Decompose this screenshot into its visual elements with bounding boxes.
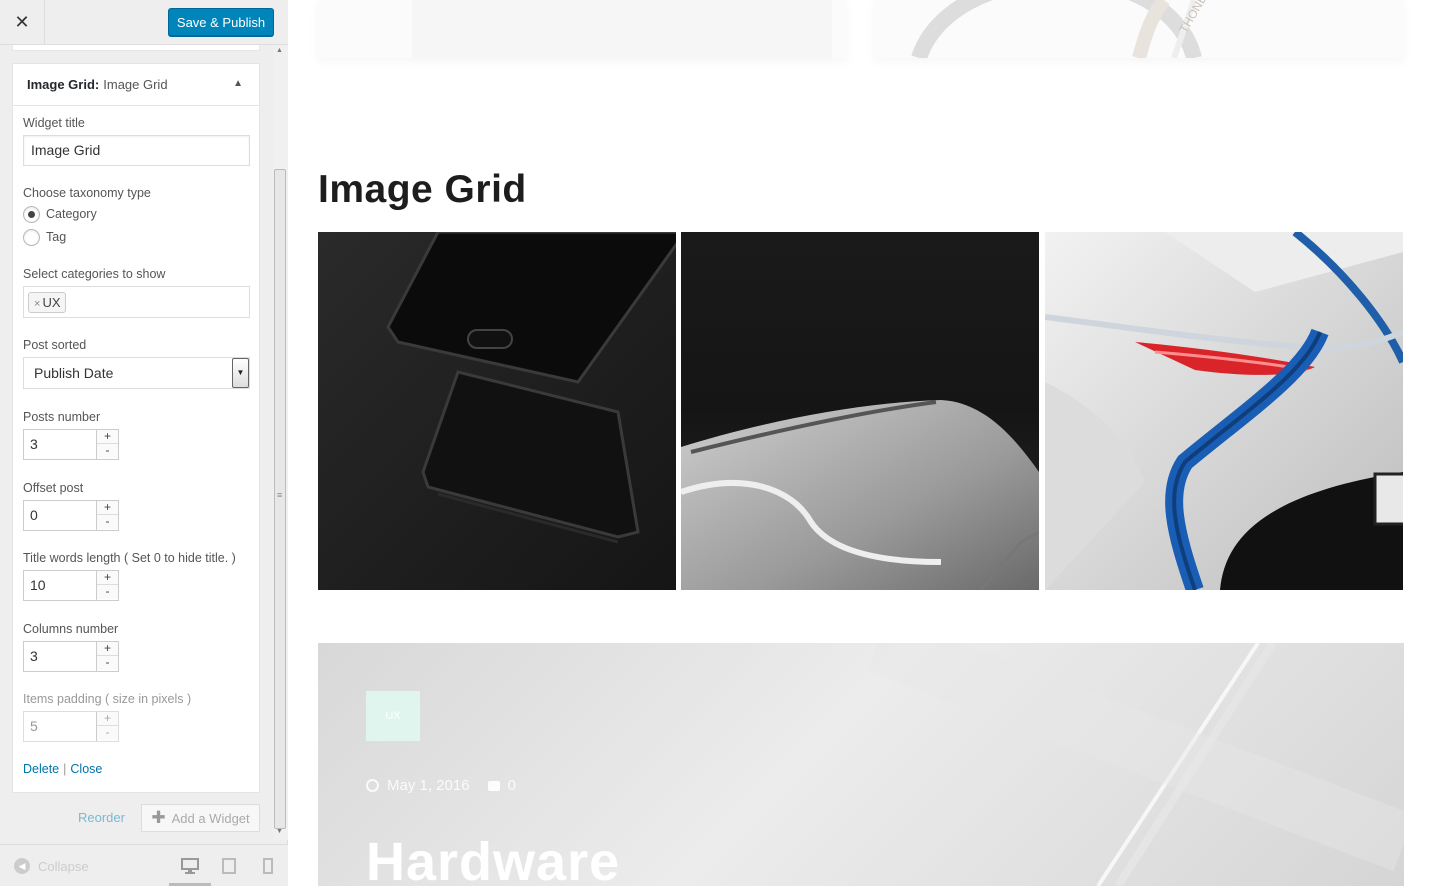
taxonomy-option-category: Category [46,207,97,221]
separator: | [63,762,67,776]
add-widget-button[interactable]: ✚ Add a Widget [141,804,260,832]
title-words-value: 10 [30,577,46,593]
site-preview: THONE Image Grid UX May 1, 2016 0 Hardwa… [289,0,1433,886]
minus-icon[interactable]: - [97,726,118,740]
image-grid-widget: Image Grid: Image Grid ▲ Widget title Im… [12,63,260,793]
widget-type-label: Image Grid: [27,77,100,92]
chevron-down-icon[interactable]: ▼ [232,358,249,388]
reorder-link[interactable]: Reorder [78,810,125,825]
grip-icon: ≡ [277,490,283,500]
plus-icon[interactable]: + [97,501,118,515]
scroll-down-icon[interactable]: ▼ [276,828,283,835]
grid-image-car-hood[interactable] [681,232,1039,590]
widget-title-label: Widget title [23,116,85,130]
widget-title-input[interactable]: Image Grid [23,135,250,166]
post-sorted-select[interactable]: Publish Date ▼ [23,357,250,389]
x-icon[interactable]: × [34,298,40,310]
widget-actions: Delete | Close [23,762,102,776]
categories-label: Select categories to show [23,267,166,281]
columns-label: Columns number [23,622,119,636]
customizer-header: ✕ Save & Publish [0,0,288,45]
widget-name: Image Grid [103,77,168,92]
offset-value: 0 [30,507,38,523]
clock-icon [366,779,379,792]
plus-icon: ✚ [151,808,166,827]
grid-image-car-rear[interactable] [1045,232,1403,590]
previous-card-image[interactable]: THONE [874,0,1404,58]
title-words-label: Title words length ( Set 0 to hide title… [23,551,236,565]
section-title: Image Grid [318,168,527,211]
collapse-label: Collapse [38,858,89,874]
offset-label: Offset post [23,481,84,495]
previous-section-cards: THONE [317,0,1404,58]
post-title[interactable]: Hardware [366,831,620,886]
customizer-footer: ◀ Collapse [0,844,288,886]
minus-icon[interactable]: - [97,656,118,670]
columns-value: 3 [30,648,38,664]
previous-widget [12,45,260,51]
post-category-badge[interactable]: UX [366,691,420,741]
scroll-up-icon[interactable]: ▲ [276,47,283,54]
posts-number-value: 3 [30,436,38,452]
plus-icon[interactable]: + [97,571,118,585]
triangle-up-icon[interactable]: ▲ [233,78,243,89]
collapse-button[interactable]: ◀ Collapse [14,858,89,874]
mobile-icon[interactable] [259,857,277,875]
minus-icon[interactable]: - [97,444,118,458]
widget-header[interactable]: Image Grid: Image Grid ▲ [13,64,259,106]
save-publish-button[interactable]: Save & Publish [168,8,274,36]
plus-icon[interactable]: + [97,642,118,656]
desktop-icon[interactable] [181,857,199,875]
previous-card-image[interactable] [317,0,847,58]
arrow-left-circle-icon: ◀ [14,858,30,874]
tablet-icon[interactable] [220,857,238,875]
category-tag: × UX [28,292,66,313]
offset-stepper[interactable]: 0 + - [23,500,119,531]
categories-input[interactable]: × UX [23,286,250,318]
post-comment-count[interactable]: 0 [508,777,516,794]
post-sorted-label: Post sorted [23,338,87,352]
category-tag-label: UX [42,295,61,310]
post-sorted-value: Publish Date [34,365,114,381]
close-icon[interactable]: ✕ [0,0,45,45]
customizer-sidebar: ✕ Save & Publish Image Grid: Image Grid … [0,0,288,886]
title-words-stepper[interactable]: 10 + - [23,570,119,601]
comment-icon [487,780,500,791]
delete-link[interactable]: Delete [23,762,59,776]
scrollbar-thumb[interactable]: ≡ [274,169,286,829]
post-card[interactable]: UX May 1, 2016 0 Hardware [318,643,1404,886]
plus-icon[interactable]: + [97,712,118,726]
minus-icon[interactable]: - [97,515,118,529]
padding-stepper[interactable]: 5 + - [23,711,119,742]
add-widget-label: Add a Widget [171,810,250,826]
grid-image-phones[interactable] [318,232,676,590]
posts-number-label: Posts number [23,410,101,424]
plus-icon[interactable]: + [97,430,118,444]
padding-label: Items padding ( size in pixels ) [23,692,192,706]
minus-icon[interactable]: - [97,585,118,599]
taxonomy-label: Choose taxonomy type [23,186,151,200]
close-link[interactable]: Close [70,762,102,776]
post-date: May 1, 2016 [387,777,470,794]
posts-number-stepper[interactable]: 3 + - [23,429,119,460]
padding-value: 5 [30,718,38,734]
columns-stepper[interactable]: 3 + - [23,641,119,672]
widgets-panel: Image Grid: Image Grid ▲ Widget title Im… [0,45,276,840]
taxonomy-option-tag: Tag [46,230,67,244]
post-meta: May 1, 2016 0 [366,777,516,794]
scrollbar[interactable]: ▲ ≡ ▼ [273,45,288,840]
taxonomy-radio-tag[interactable] [23,229,40,246]
taxonomy-radio-category[interactable] [23,206,40,223]
